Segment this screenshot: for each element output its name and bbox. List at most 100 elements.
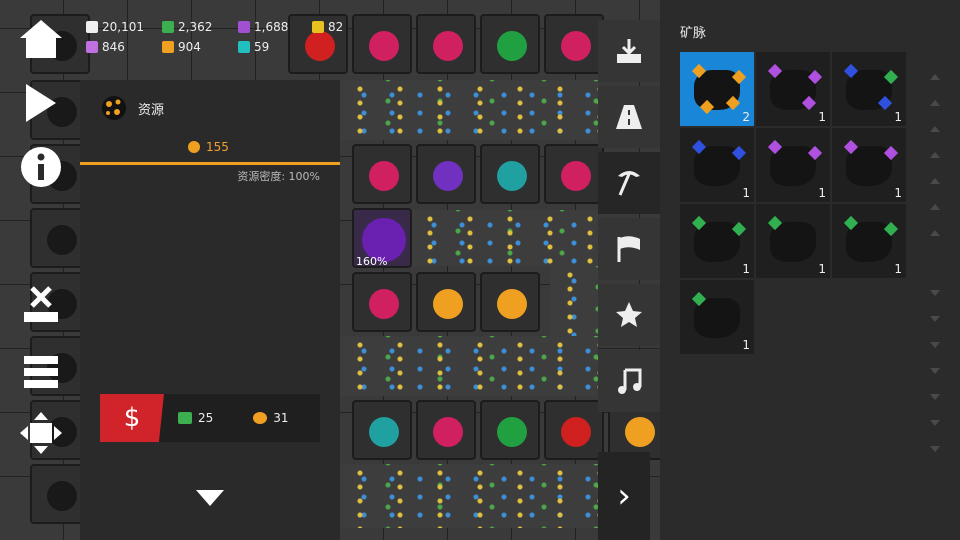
ore-count: 2: [742, 110, 750, 124]
panel-title: 矿脉: [680, 26, 707, 41]
building-tile[interactable]: [352, 272, 412, 332]
orange-ore-icon: [162, 41, 174, 53]
resource-value: 904: [178, 40, 201, 54]
ore-count: 1: [742, 338, 750, 352]
ore-vein-tile[interactable]: 1: [680, 204, 754, 278]
scroll-down-icon: [930, 316, 940, 322]
building-tile[interactable]: [480, 272, 540, 332]
ore-deposit-icon: [102, 96, 126, 120]
resource-value: 2,362: [178, 20, 213, 34]
scroll-down-icon: [930, 446, 940, 452]
building-tile[interactable]: [352, 144, 412, 204]
building-tile[interactable]: [416, 272, 476, 332]
conveyor-belt: [340, 336, 598, 396]
next-button[interactable]: ›: [598, 452, 650, 540]
resource-value: 846: [102, 40, 125, 54]
ore-vein-tile[interactable]: 1: [832, 204, 906, 278]
ore-count: 1: [818, 186, 826, 200]
play-icon[interactable]: [18, 80, 64, 126]
ore-vein-tile[interactable]: 2: [680, 52, 754, 126]
conveyor-belt: [340, 464, 598, 528]
ore-vein-tile[interactable]: 1: [756, 52, 830, 126]
demolish-icon[interactable]: [18, 282, 64, 328]
stack-icon[interactable]: [18, 346, 64, 392]
scroll-up-icon: [930, 100, 940, 106]
amount-value: 155: [206, 140, 229, 154]
ore-vein-tile[interactable]: 1: [832, 52, 906, 126]
scroll-up-icon: [930, 230, 940, 236]
ore-count: 1: [818, 110, 826, 124]
ore-count: 1: [894, 110, 902, 124]
scroll-up-icon: [930, 178, 940, 184]
game-map[interactable]: 160% 20,101 846 2,362 904 1,688 59 82 资源…: [0, 0, 660, 540]
ore-vein-tile[interactable]: 1: [832, 128, 906, 202]
scroll-down-icon: [930, 342, 940, 348]
building-tile[interactable]: [480, 14, 540, 74]
scroll-down-icon: [930, 368, 940, 374]
resource-summary: 20,101 846 2,362 904 1,688 59 82: [80, 14, 350, 60]
ore-count: 1: [818, 262, 826, 276]
cost-value: 31: [273, 411, 289, 425]
building-tile[interactable]: [352, 400, 412, 460]
move-icon[interactable]: [18, 410, 64, 456]
resource-progress-bar: [80, 162, 340, 165]
building-tile[interactable]: [544, 14, 604, 74]
conveyor-belt: [410, 210, 598, 266]
building-tile[interactable]: [544, 144, 604, 204]
flag-icon[interactable]: [598, 218, 660, 280]
ore-vein-tile[interactable]: 1: [756, 204, 830, 278]
building-tile[interactable]: [352, 14, 412, 74]
density-label: 资源密度: 100%: [237, 170, 320, 183]
info-icon[interactable]: [18, 144, 64, 190]
gold-pentagon-icon: [312, 21, 324, 33]
ore-count: 1: [894, 262, 902, 276]
ore-vein-panel: 矿脉 2 1 1 1 1 1 1 1 1 1: [660, 0, 960, 540]
scroll-up-icon: [930, 204, 940, 210]
cyan-shard-icon: [238, 41, 250, 53]
panel-header: 资源: [100, 94, 164, 122]
panel-title: 资源: [138, 102, 165, 118]
scroll-up-icon: [930, 152, 940, 158]
cost-row: $ 25 31: [100, 394, 320, 442]
build-toolbar: [598, 20, 660, 416]
scroll-up-icon: [930, 74, 940, 80]
ore-vein-tile[interactable]: 1: [680, 128, 754, 202]
resource-value: 20,101: [102, 20, 144, 34]
building-tile[interactable]: [416, 144, 476, 204]
orange-ore-icon: [253, 412, 268, 424]
ore-count: 1: [742, 262, 750, 276]
resource-amount: 155: [188, 140, 229, 154]
pickaxe-icon[interactable]: [598, 152, 660, 214]
deposit-percent-label: 160%: [356, 255, 388, 268]
ore-vein-tile[interactable]: 1: [756, 128, 830, 202]
cargo-icon: [86, 21, 98, 33]
violet-shard-icon: [238, 21, 250, 33]
scroll-down-icon: [930, 394, 940, 400]
road-icon[interactable]: [598, 86, 660, 148]
orange-ore-icon: [188, 141, 200, 153]
resource-value: 82: [328, 20, 344, 34]
sell-button[interactable]: $: [100, 394, 164, 442]
download-tray-icon[interactable]: [598, 20, 660, 82]
green-ore-icon: [162, 21, 174, 33]
building-tile[interactable]: [544, 400, 604, 460]
scroll-down-icon: [930, 290, 940, 296]
ore-vein-tile[interactable]: 1: [680, 280, 754, 354]
cost-value: 25: [198, 411, 214, 425]
scroll-down-icon: [930, 420, 940, 426]
building-tile[interactable]: [480, 400, 540, 460]
music-note-icon[interactable]: [598, 350, 660, 412]
building-tile[interactable]: [480, 144, 540, 204]
conveyor-belt: [340, 80, 598, 140]
resource-detail-panel: 资源 155 资源密度: 100% $ 25 31: [80, 80, 340, 540]
scroll-up-icon: [930, 126, 940, 132]
building-tile[interactable]: [416, 400, 476, 460]
green-ore-icon: [178, 412, 192, 424]
resource-value: 1,688: [254, 20, 289, 34]
star-icon[interactable]: [598, 284, 660, 346]
ore-count: 1: [742, 186, 750, 200]
conveyor-belt: [550, 266, 598, 336]
collapse-arrow-icon[interactable]: [196, 490, 224, 506]
home-icon[interactable]: [18, 16, 64, 62]
building-tile[interactable]: [416, 14, 476, 74]
